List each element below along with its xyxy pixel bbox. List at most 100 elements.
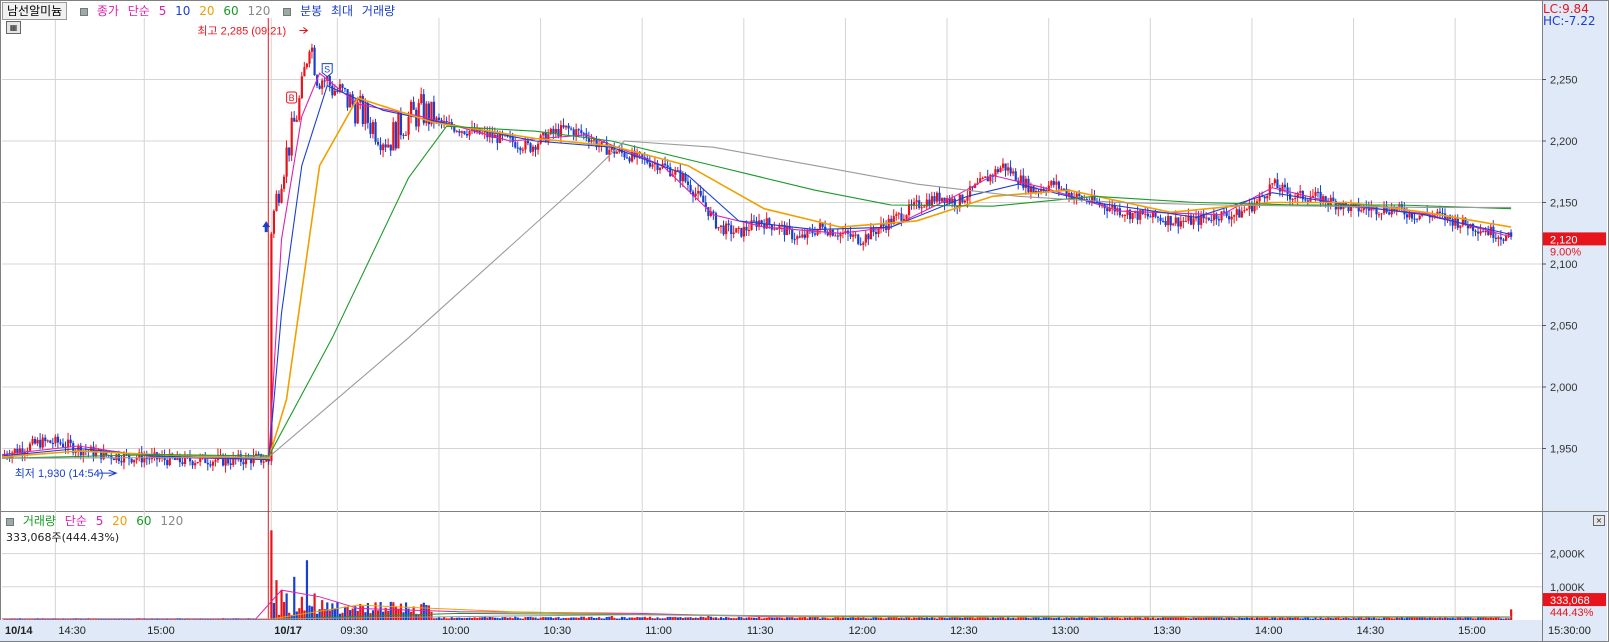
x-tick-label: 10/14 [5,625,33,637]
candle-body [1240,211,1243,218]
candle-body [920,207,923,209]
candle-body [582,133,585,135]
sell-marker-label: S [324,65,330,75]
candle-body [1228,216,1231,220]
candle-body [49,440,52,443]
volume-bar [1276,618,1279,620]
candle-body [1306,200,1310,202]
candle-body [1360,210,1363,212]
volume-bar [483,616,486,620]
candle-body [1172,223,1175,226]
candle-body [1289,193,1292,200]
x-tick-label: 13:00 [1052,625,1080,637]
ma-settings-icon[interactable] [80,7,89,16]
calendar-icon[interactable]: ▦ [6,21,21,34]
candle-body [1177,217,1180,227]
volume-bar [935,618,939,620]
candle-body [575,129,578,136]
candle-body [394,122,397,149]
volume-bar [470,617,474,620]
candle-body [1479,231,1482,234]
volume-bar [1291,617,1294,620]
candle-body [1126,209,1129,216]
volume-bar [1040,618,1043,620]
max-volume-settings-icon[interactable] [283,7,292,16]
volume-bar [819,618,822,620]
volume-bar [669,616,672,620]
volume-bar [1263,617,1266,620]
stock-name[interactable]: 남선알미늄 [2,2,68,20]
volume-bar [712,617,715,620]
candle-body [1210,219,1213,221]
volume-bar [717,618,720,620]
volume-bar [590,616,593,620]
x-tick-label: 14:30 [58,625,86,637]
volume-bar [1034,617,1038,620]
volume-bar [681,617,685,620]
candle-body [1291,198,1294,200]
candle-body [277,193,281,203]
candle-body [874,231,878,234]
candle-body [887,218,890,230]
candle-body [1009,167,1012,174]
volume-bar [1146,617,1149,620]
chart-canvas: 2,250 2,200 2,150 2,100 2,050 2,000 1,950 2,000… [0,0,1609,642]
volume-bar [1202,617,1205,620]
volume-bar [803,616,806,620]
volume-bar [686,617,690,620]
vol-legend-ma60: 60 [136,514,152,528]
volume-bar [1253,618,1256,620]
candle-body [364,103,367,124]
volume-bar [974,618,977,620]
volume-bar [826,618,829,620]
volume-bar [1055,617,1058,620]
legend-ma120: 120 [247,4,271,18]
volume-bar [557,617,560,620]
x-tick-label: 10:00 [442,625,470,637]
volume-bar [1261,617,1264,620]
volume-bar [1398,617,1401,620]
candle-body [1192,218,1195,225]
volume-bar [542,617,545,620]
candle-body [1062,188,1066,190]
volume-bar [1441,618,1444,620]
volume-bar [1187,617,1190,620]
volume-bar [1017,617,1020,620]
low-annotation: 최저 1,930 (14:54) [15,467,104,480]
candle-body [930,196,934,207]
candle-body [1123,215,1127,217]
volume-bar [410,611,413,620]
volume-bar [1029,618,1033,620]
candle-body [36,439,39,444]
candle-body [796,236,799,240]
volume-bar [821,617,824,620]
candle-body [51,442,55,444]
candle-body [1060,188,1063,190]
volume-bar [275,580,278,620]
candle-body [996,169,1000,173]
candle-body [554,128,558,133]
candle-body [346,89,349,108]
volume-bar [1045,617,1048,620]
volume-bar [806,618,809,620]
candle-body [34,439,37,444]
current-price: 2,120 [1550,234,1578,246]
candle-body [849,233,852,237]
volume-bar [796,618,799,620]
close-panel-icon[interactable]: × [1593,515,1605,526]
volume-bar [1012,617,1015,620]
vol-legend-volume: 거래량 [22,514,56,528]
volume-settings-icon[interactable] [6,517,14,526]
volume-bar [448,618,451,620]
candle-body [803,234,806,238]
candle-body [953,198,956,207]
volume-bar [679,617,682,620]
candle-body [1055,181,1058,185]
candle-body [69,439,72,444]
candle-body [415,109,418,127]
volume-bar [1507,618,1510,620]
candle-body [730,225,733,234]
candle-body [112,458,115,461]
volume-bar [656,617,659,620]
volume-bar [598,617,601,620]
